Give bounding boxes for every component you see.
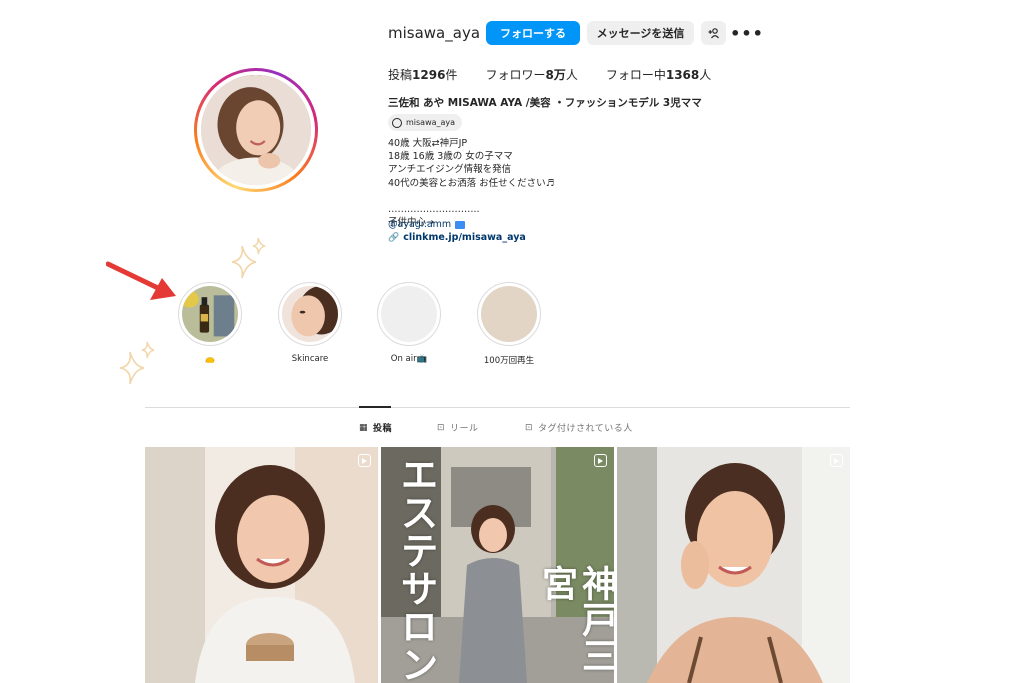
tabs-divider <box>145 407 850 408</box>
profile-full-name: 三佐和 あや MISAWA AYA /美容 ・ファッションモデル 3児ママ <box>388 97 702 109</box>
more-options-button[interactable]: ••• <box>730 21 763 45</box>
reel-icon <box>358 454 371 467</box>
link-icon: 🔗 <box>388 232 400 243</box>
threads-icon <box>392 117 402 128</box>
highlight-label: 👝 <box>204 354 216 364</box>
active-tab-indicator <box>359 406 391 408</box>
sparkle-icon <box>119 341 155 385</box>
bio-external-link[interactable]: 🔗 clinkme.jp/misawa_aya <box>388 232 526 243</box>
red-arrow-icon <box>106 261 176 300</box>
highlight-item[interactable]: Skincare <box>278 282 342 364</box>
highlight-item[interactable]: On air📺 <box>377 282 441 364</box>
highlight-cover <box>182 286 238 342</box>
post-thumbnail[interactable]: エステサロン 神戸三宮 <box>381 447 614 683</box>
highlight-label: On air📺 <box>390 354 428 364</box>
add-user-button[interactable] <box>701 21 726 45</box>
profile-avatar[interactable] <box>194 68 318 192</box>
profile-username: misawa_aya <box>388 24 481 42</box>
carousel-icon <box>594 454 607 467</box>
bio-text: 40歳 大阪⇄神戸JP 18歳 16歳 3歳の 女の子ママ アンチエイジング情報… <box>388 138 555 229</box>
highlight-cover <box>481 286 537 342</box>
add-user-icon <box>708 28 719 39</box>
followers-count[interactable]: フォロワー8万人 <box>485 66 577 83</box>
posts-count: 投稿1296件 <box>388 68 458 82</box>
reels-icon: ⊡ <box>437 422 446 433</box>
new-badge-icon <box>455 220 466 229</box>
highlight-item[interactable]: 👝 <box>178 282 242 364</box>
post-image <box>145 447 378 683</box>
bio-mention[interactable]: @ayagr.amm <box>388 219 466 230</box>
highlight-label: 100万回再生 <box>483 356 535 366</box>
highlight-cover <box>282 286 338 342</box>
avatar-photo <box>201 75 311 185</box>
follow-button[interactable]: フォローする <box>486 21 580 45</box>
message-button[interactable]: メッセージを送信 <box>587 21 694 45</box>
highlight-item[interactable]: 100万回再生 <box>477 282 541 366</box>
following-count[interactable]: フォロー中1368人 <box>606 66 711 83</box>
tab-reels[interactable]: ⊡ リール <box>437 421 479 435</box>
post-overlay-text: エステサロン <box>394 455 439 683</box>
threads-badge[interactable]: misawa_aya <box>388 114 463 131</box>
profile-stats: 投稿1296件 フォロワー8万人 フォロー中1368人 <box>388 66 711 83</box>
external-link-text: clinkme.jp/misawa_aya <box>403 232 526 243</box>
threads-handle: misawa_aya <box>406 118 456 127</box>
post-overlay-text: 神戸三宮 <box>536 565 614 673</box>
sparkle-icon <box>231 237 266 279</box>
tab-posts[interactable]: ▦ 投稿 <box>359 421 392 435</box>
post-thumbnail[interactable] <box>145 447 378 683</box>
highlight-cover <box>381 286 437 342</box>
reel-icon <box>830 454 843 467</box>
mention-text: @ayagr.amm <box>388 219 452 230</box>
post-image <box>617 447 850 683</box>
grid-icon: ▦ <box>359 422 369 433</box>
tagged-icon: ⊡ <box>525 422 534 433</box>
tab-tagged[interactable]: ⊡ タグ付けされている人 <box>525 421 633 435</box>
post-thumbnail[interactable] <box>617 447 850 683</box>
highlight-label: Skincare <box>291 354 329 364</box>
